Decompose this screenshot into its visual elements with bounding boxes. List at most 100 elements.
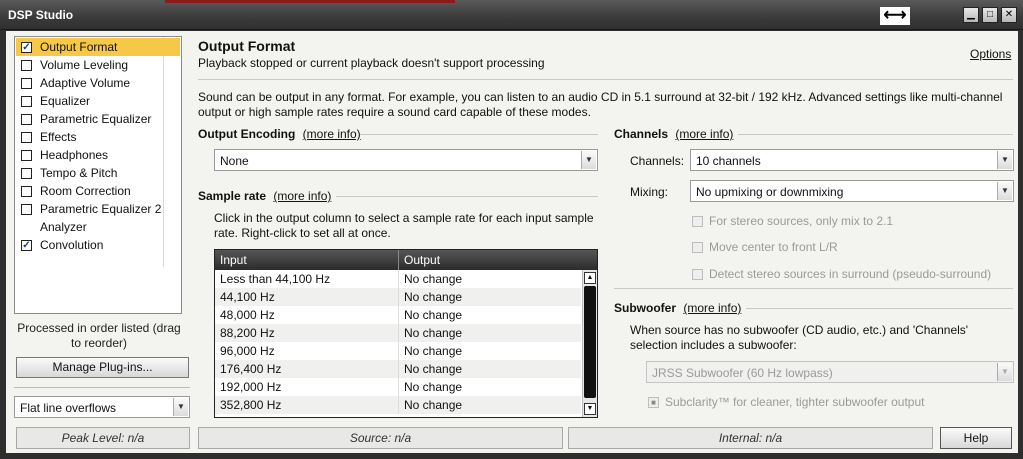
- dsp-studio-client: ✓ Output Format Volume Leveling Adaptive…: [6, 31, 1018, 453]
- plugin-checkbox[interactable]: [21, 131, 32, 143]
- scroll-up-icon[interactable]: ▲: [584, 272, 596, 284]
- section-title: Subwoofer: [614, 301, 676, 315]
- plugin-checkbox[interactable]: [21, 149, 32, 161]
- plugin-checkbox[interactable]: [21, 167, 32, 179]
- plugin-item-analyzer[interactable]: Analyzer: [16, 218, 180, 236]
- column-divider: [398, 378, 399, 396]
- table-row[interactable]: 176,400 Hz No change: [215, 360, 581, 378]
- help-button[interactable]: Help: [940, 427, 1012, 449]
- output-rate-cell[interactable]: No change: [404, 326, 462, 340]
- overflow-mode-select[interactable]: Flat line overflows ▼: [14, 396, 190, 418]
- subwoofer-more-info-link[interactable]: (more info): [683, 301, 741, 315]
- resize-cursor-icon: ⟷: [880, 7, 910, 25]
- detect-stereo-checkbox[interactable]: Detect stereo sources in surround (pseud…: [692, 267, 991, 281]
- options-link[interactable]: Options: [970, 47, 1011, 61]
- scrollbar-thumb[interactable]: [584, 286, 596, 398]
- sample-rate-more-info-link[interactable]: (more info): [273, 189, 331, 203]
- chevron-down-icon[interactable]: ▼: [581, 151, 596, 169]
- plugin-item-parametric-equalizer-2[interactable]: Parametric Equalizer 2: [16, 200, 180, 218]
- plugin-checkbox[interactable]: [21, 113, 32, 125]
- move-center-checkbox[interactable]: Move center to front L/R: [692, 240, 838, 254]
- plugin-item-effects[interactable]: Effects: [16, 128, 180, 146]
- table-row[interactable]: Less than 44,100 Hz No change: [215, 270, 581, 288]
- output-rate-cell[interactable]: No change: [404, 398, 462, 412]
- plugin-list[interactable]: ✓ Output Format Volume Leveling Adaptive…: [14, 36, 182, 314]
- intro-text: Sound can be output in any format. For e…: [198, 90, 1003, 119]
- source-status: Source: n/a: [198, 427, 563, 449]
- output-rate-cell[interactable]: No change: [404, 272, 462, 286]
- column-divider: [398, 342, 399, 360]
- table-row[interactable]: 96,000 Hz No change: [215, 342, 581, 360]
- plugin-checkbox[interactable]: [21, 185, 32, 197]
- section-title: Channels: [614, 127, 669, 141]
- subclarity-checkbox[interactable]: ■ Subclarity™ for cleaner, tighter subwo…: [648, 395, 924, 409]
- sample-rate-table[interactable]: Input Output Less than 44,100 Hz No chan…: [214, 249, 598, 418]
- table-scrollbar[interactable]: ▲ ▼: [582, 270, 597, 417]
- plugin-item-headphones[interactable]: Headphones: [16, 146, 180, 164]
- plugin-label: Parametric Equalizer 2: [40, 202, 162, 216]
- checkbox-label: Move center to front L/R: [709, 240, 838, 254]
- plugin-checkbox[interactable]: [21, 203, 32, 215]
- table-row[interactable]: 352,800 Hz No change: [215, 396, 581, 414]
- column-divider: [398, 324, 399, 342]
- chevron-down-icon[interactable]: ▼: [997, 151, 1012, 169]
- checkbox-box[interactable]: [692, 268, 703, 280]
- plugin-item-volume-leveling[interactable]: Volume Leveling: [16, 56, 180, 74]
- mixing-value: No upmixing or downmixing: [696, 185, 844, 199]
- maximize-button[interactable]: □: [982, 7, 998, 23]
- table-row[interactable]: 88,200 Hz No change: [215, 324, 581, 342]
- plugin-label: Effects: [40, 130, 77, 144]
- title-bar[interactable]: DSP Studio ⟷ ▁ □ ✕: [0, 0, 1023, 30]
- checkbox-box[interactable]: ■: [648, 396, 659, 408]
- plugin-checkbox[interactable]: [21, 95, 32, 107]
- background-strip: [165, 0, 455, 3]
- plugin-label: Headphones: [40, 148, 109, 162]
- plugin-label: Adaptive Volume: [40, 76, 131, 90]
- manage-plugins-button[interactable]: Manage Plug-ins...: [16, 357, 189, 378]
- input-rate-cell: 44,100 Hz: [220, 290, 275, 304]
- output-rate-cell[interactable]: No change: [404, 308, 462, 322]
- plugin-item-equalizer[interactable]: Equalizer: [16, 92, 180, 110]
- input-rate-cell: 48,000 Hz: [220, 308, 275, 322]
- subwoofer-select[interactable]: JRSS Subwoofer (60 Hz lowpass) ▼: [646, 361, 1014, 383]
- table-row[interactable]: 44,100 Hz No change: [215, 288, 581, 306]
- channels-select[interactable]: 10 channels ▼: [690, 149, 1014, 171]
- output-rate-cell[interactable]: No change: [404, 380, 462, 394]
- checkbox-label: Subclarity™ for cleaner, tighter subwoof…: [665, 395, 925, 409]
- mixing-select[interactable]: No upmixing or downmixing ▼: [690, 180, 1014, 202]
- table-row[interactable]: 48,000 Hz No change: [215, 306, 581, 324]
- close-button[interactable]: ✕: [1001, 7, 1017, 23]
- plugin-item-convolution[interactable]: ✓ Convolution: [16, 236, 180, 254]
- plugin-checkbox[interactable]: [21, 77, 32, 89]
- window-frame-bottom: [0, 453, 1023, 459]
- minimize-button[interactable]: ▁: [963, 7, 979, 23]
- plugin-checkbox[interactable]: [21, 59, 32, 71]
- plugin-item-output-format[interactable]: ✓ Output Format: [16, 38, 180, 56]
- column-divider: [398, 360, 399, 378]
- sample-rate-help: Click in the output column to select a s…: [214, 211, 594, 240]
- plugin-checkbox[interactable]: ✓: [21, 41, 32, 53]
- input-rate-cell: 96,000 Hz: [220, 344, 275, 358]
- plugin-item-room-correction[interactable]: Room Correction: [16, 182, 180, 200]
- chevron-down-icon[interactable]: ▼: [997, 363, 1012, 381]
- plugin-item-adaptive-volume[interactable]: Adaptive Volume: [16, 74, 180, 92]
- table-row[interactable]: 192,000 Hz No change: [215, 378, 581, 396]
- output-encoding-more-info-link[interactable]: (more info): [303, 127, 361, 141]
- chevron-down-icon[interactable]: ▼: [997, 182, 1012, 200]
- output-encoding-value: None: [220, 154, 249, 168]
- plugin-checkbox[interactable]: ✓: [21, 239, 32, 251]
- input-rate-cell: 88,200 Hz: [220, 326, 275, 340]
- plugin-item-tempo-pitch[interactable]: Tempo & Pitch: [16, 164, 180, 182]
- output-rate-cell[interactable]: No change: [404, 362, 462, 376]
- chevron-down-icon[interactable]: ▼: [173, 398, 188, 416]
- plugin-item-parametric-equalizer[interactable]: Parametric Equalizer: [16, 110, 180, 128]
- input-rate-cell: Less than 44,100 Hz: [220, 272, 331, 286]
- output-rate-cell[interactable]: No change: [404, 344, 462, 358]
- channels-more-info-link[interactable]: (more info): [675, 127, 733, 141]
- scroll-down-icon[interactable]: ▼: [584, 403, 596, 415]
- output-encoding-select[interactable]: None ▼: [214, 149, 598, 171]
- output-rate-cell[interactable]: No change: [404, 290, 462, 304]
- stereo-21-checkbox[interactable]: For stereo sources, only mix to 2.1: [692, 214, 893, 228]
- checkbox-box[interactable]: [692, 241, 703, 253]
- checkbox-box[interactable]: [692, 215, 703, 227]
